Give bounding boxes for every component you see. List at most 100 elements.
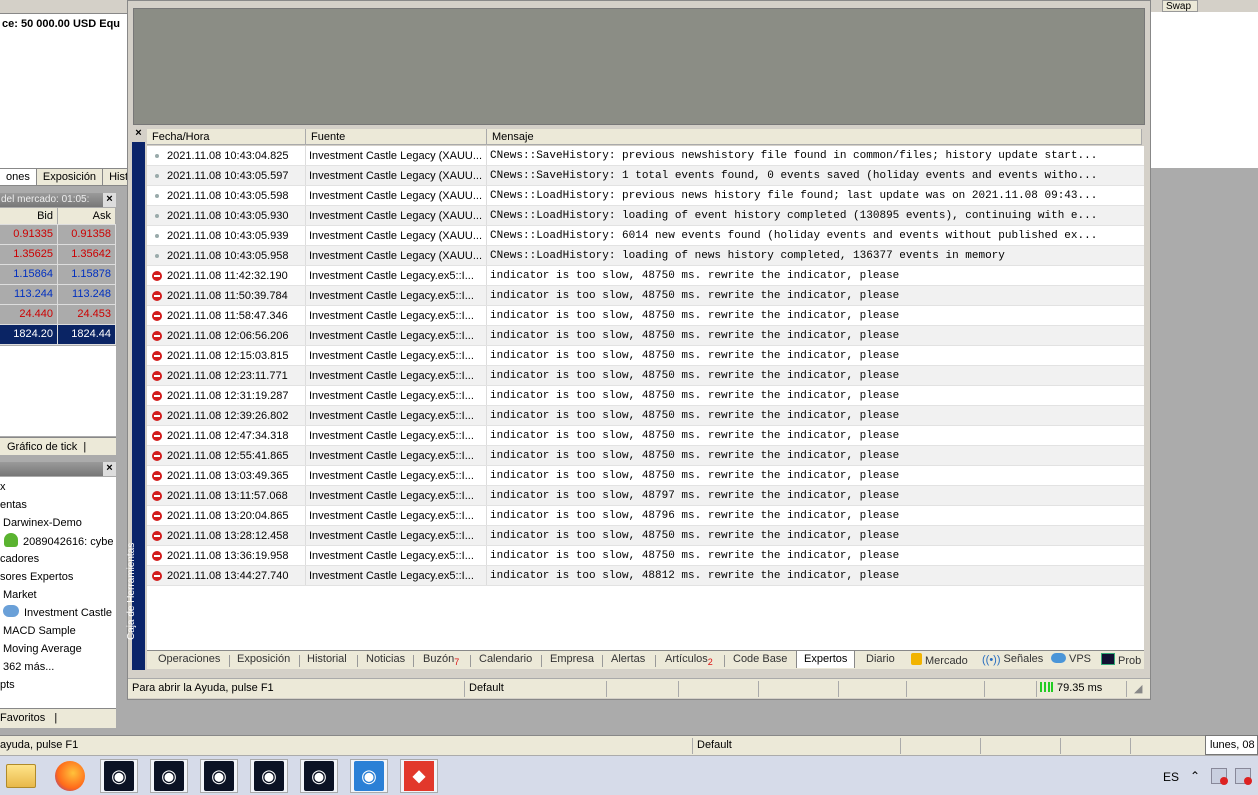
time-column-header[interactable]: Fecha/Hora <box>147 129 306 144</box>
log-row[interactable]: 2021.11.08 12:15:03.815 Investment Castle… <box>147 346 1144 366</box>
log-row[interactable]: 2021.11.08 10:43:05.598 Investment Castle… <box>147 186 1144 206</box>
nav-item[interactable]: Moving Average <box>3 641 82 657</box>
error-icon <box>147 450 167 461</box>
log-row[interactable]: 2021.11.08 11:42:32.190 Investment Castle… <box>147 266 1144 286</box>
market-watch-row[interactable]: 24.440 24.453 <box>0 305 116 325</box>
tab-historial[interactable]: Historial <box>307 653 347 665</box>
expert-icon <box>3 605 19 617</box>
connection-status[interactable]: 79.35 ms <box>1040 682 1102 694</box>
tab-noticias[interactable]: Noticias <box>366 653 405 665</box>
log-time-cell: 2021.11.08 10:43:05.939 <box>147 226 306 245</box>
error-icon <box>147 410 167 421</box>
network-icon[interactable] <box>1211 768 1228 785</box>
tab-calendario[interactable]: Calendario <box>479 653 532 665</box>
market-watch-row[interactable]: 1.35625 1.35642 <box>0 245 116 265</box>
navigator-close-icon[interactable]: × <box>103 462 116 476</box>
taskbar-terminal-button[interactable]: ◉ <box>350 759 388 793</box>
taskbar-terminal-button[interactable]: ◉ <box>100 759 138 793</box>
nav-item-expert[interactable]: Investment Castle <box>3 605 112 621</box>
nav-item[interactable]: 362 más... <box>3 659 54 675</box>
volume-icon[interactable] <box>1235 768 1252 785</box>
market-watch-row[interactable]: 113.244 113.248 <box>0 285 116 305</box>
tab-operaciones[interactable]: Operaciones <box>158 653 220 665</box>
log-row[interactable]: 2021.11.08 13:28:12.458 Investment Castle… <box>147 526 1144 546</box>
tab-prob[interactable]: Prob <box>1101 653 1141 667</box>
message-column-header[interactable]: Mensaje <box>487 129 1142 144</box>
nav-item-account[interactable]: Darwinex-Demo <box>3 515 82 531</box>
tab-empresa[interactable]: Empresa <box>550 653 594 665</box>
log-row[interactable]: 2021.11.08 12:39:26.802 Investment Castle… <box>147 406 1144 426</box>
tab-exposicion[interactable]: Exposición <box>237 653 290 665</box>
owl-icon: ◉ <box>104 761 134 791</box>
log-row[interactable]: 2021.11.08 13:20:04.865 Investment Castle… <box>147 506 1144 526</box>
log-source: Investment Castle Legacy.ex5::I... <box>306 426 487 445</box>
log-row[interactable]: 2021.11.08 12:55:41.865 Investment Castle… <box>147 446 1144 466</box>
ask-column-header[interactable]: Ask <box>58 208 116 224</box>
log-row[interactable]: 2021.11.08 10:43:05.597 Investment Castle… <box>147 166 1144 186</box>
taskbar-terminal-button[interactable]: ◉ <box>300 759 338 793</box>
tab-code-base[interactable]: Code Base <box>733 653 787 665</box>
articulos-badge: 2 <box>707 657 713 667</box>
log-source: Investment Castle Legacy (XAUU... <box>306 226 487 245</box>
tab-senales[interactable]: ((•)) Señales <box>982 653 1043 666</box>
nav-item[interactable]: entas <box>0 497 27 513</box>
taskbar-terminal-button[interactable]: ◉ <box>250 759 288 793</box>
log-row[interactable]: 2021.11.08 11:58:47.346 Investment Castle… <box>147 306 1144 326</box>
nav-item[interactable]: pts <box>0 677 15 693</box>
source-column-header[interactable]: Fuente <box>306 129 487 144</box>
tab-favorites[interactable]: Favoritos | <box>0 708 116 728</box>
log-row[interactable]: 2021.11.08 12:23:11.771 Investment Castle… <box>147 366 1144 386</box>
tab-mercado[interactable]: Mercado <box>911 653 968 667</box>
nav-item-login[interactable]: 2089042616: cybe <box>4 533 114 549</box>
log-row[interactable]: 2021.11.08 13:03:49.365 Investment Castle… <box>147 466 1144 486</box>
log-row[interactable]: 2021.11.08 13:44:27.740 Investment Castle… <box>147 566 1144 586</box>
tray-expand-icon[interactable]: ⌃ <box>1190 769 1200 783</box>
tab-operaciones-bg[interactable]: ones <box>0 169 37 185</box>
nav-item[interactable]: cadores <box>0 551 39 567</box>
log-row[interactable]: 2021.11.08 10:43:05.939 Investment Castle… <box>147 226 1144 246</box>
market-watch-close-icon[interactable]: × <box>103 193 116 207</box>
taskbar-anydesk-button[interactable]: ◆ <box>400 759 438 793</box>
nav-item[interactable]: sores Expertos <box>0 569 73 585</box>
log-row[interactable]: 2021.11.08 10:43:05.930 Investment Castle… <box>147 206 1144 226</box>
log-time-cell: 2021.11.08 12:23:11.771 <box>147 366 306 385</box>
tab-articulos[interactable]: Artículos2 <box>665 653 713 667</box>
log-row[interactable]: 2021.11.08 11:50:39.784 Investment Castle… <box>147 286 1144 306</box>
nav-item[interactable]: Market <box>3 587 37 603</box>
tab-diario[interactable]: Diario <box>866 653 895 665</box>
market-watch-row[interactable]: 1824.20 1824.44 <box>0 325 116 345</box>
log-row[interactable]: 2021.11.08 13:36:19.958 Investment Castle… <box>147 546 1144 566</box>
toolbox-close-icon[interactable]: × <box>132 127 145 140</box>
error-icon <box>147 350 167 361</box>
taskbar-terminal-button[interactable]: ◉ <box>200 759 238 793</box>
tab-exposicion-bg[interactable]: Exposición <box>37 169 104 185</box>
market-watch-row[interactable]: 1.15864 1.15878 <box>0 265 116 285</box>
tab-buzon[interactable]: Buzón7 <box>423 653 459 667</box>
tab-vps[interactable]: VPS <box>1051 653 1091 665</box>
log-row[interactable]: 2021.11.08 10:43:04.825 Investment Castle… <box>147 146 1144 166</box>
log-row[interactable]: 2021.11.08 10:43:05.958 Investment Castle… <box>147 246 1144 266</box>
status-separator <box>692 738 693 754</box>
log-source: Investment Castle Legacy.ex5::I... <box>306 466 487 485</box>
tab-expertos[interactable]: Expertos <box>796 650 856 668</box>
tab-alertas[interactable]: Alertas <box>611 653 645 665</box>
taskbar-explorer-button[interactable] <box>2 759 40 793</box>
market-watch-header: Bid Ask <box>0 208 116 225</box>
taskbar-firefox-button[interactable] <box>51 759 89 793</box>
log-row[interactable]: 2021.11.08 12:06:56.206 Investment Castle… <box>147 326 1144 346</box>
bid-column-header[interactable]: Bid <box>0 208 58 224</box>
log-row[interactable]: 2021.11.08 13:11:57.068 Investment Castle… <box>147 486 1144 506</box>
taskbar-terminal-button[interactable]: ◉ <box>150 759 188 793</box>
nav-item[interactable]: x <box>0 479 6 495</box>
market-watch-row[interactable]: 0.91335 0.91358 <box>0 225 116 245</box>
tab-tick-chart[interactable]: Gráfico de tick | <box>0 437 116 455</box>
log-message: indicator is too slow, 48750 ms. rewrite… <box>490 290 900 302</box>
log-row[interactable]: 2021.11.08 12:47:34.318 Investment Castle… <box>147 426 1144 446</box>
language-indicator[interactable]: ES <box>1163 770 1179 784</box>
log-source: Investment Castle Legacy.ex5::I... <box>306 446 487 465</box>
nav-item[interactable]: MACD Sample <box>3 623 76 639</box>
ask-value: 1.15878 <box>58 265 116 284</box>
log-message: CNews::LoadHistory: loading of news hist… <box>490 250 1005 262</box>
resize-grip-icon[interactable]: ◢ <box>1134 682 1142 695</box>
log-row[interactable]: 2021.11.08 12:31:19.287 Investment Castle… <box>147 386 1144 406</box>
